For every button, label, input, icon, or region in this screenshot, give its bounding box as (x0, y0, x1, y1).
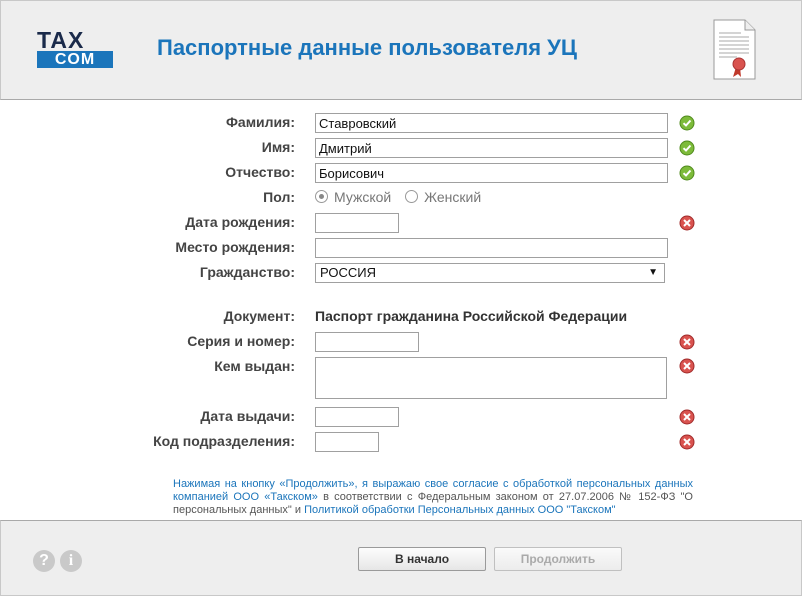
document-value: Паспорт гражданина Российской Федерации (315, 308, 628, 324)
question-icon[interactable]: ? (33, 550, 55, 572)
ok-check-icon (679, 115, 695, 131)
surname-input[interactable] (315, 113, 668, 133)
birth-place-label: Место рождения: (175, 239, 295, 255)
error-cross-icon (679, 334, 695, 350)
series-number-input[interactable] (315, 332, 419, 352)
footer: ? i В начало Продолжить (0, 520, 802, 596)
back-to-start-button[interactable]: В начало (358, 547, 486, 571)
issued-by-label: Кем выдан: (214, 358, 295, 374)
gender-option-male[interactable]: Мужской (315, 189, 391, 205)
page-title: Паспортные данные пользователя УЦ (157, 35, 577, 60)
ok-check-icon (679, 165, 695, 181)
birth-date-label: Дата рождения: (185, 214, 295, 230)
gender-option-female[interactable]: Женский (405, 189, 481, 205)
error-cross-icon (679, 215, 695, 231)
gender-option-label: Мужской (334, 189, 392, 205)
privacy-policy-link[interactable]: Политикой обработки Персональных данных … (304, 504, 616, 516)
citizenship-select[interactable]: РОССИЯ ▼ (315, 263, 665, 283)
birth-place-input[interactable] (315, 238, 668, 258)
birth-date-input[interactable] (315, 213, 399, 233)
patronymic-input[interactable] (315, 163, 668, 183)
error-cross-icon (679, 434, 695, 450)
radio-icon[interactable] (405, 190, 419, 203)
header: TAX COM Паспортные данные пользователя У… (0, 0, 802, 100)
taxcom-logo: TAX COM (37, 27, 115, 69)
dept-code-input[interactable] (315, 432, 379, 452)
error-cross-icon (679, 358, 695, 374)
logo-top-text: TAX (37, 27, 85, 53)
dropdown-arrow-icon[interactable]: ▼ (648, 264, 658, 282)
name-input[interactable] (315, 138, 668, 158)
gender-radio-group: Мужской Женский (315, 189, 481, 205)
issued-by-textarea[interactable] (315, 357, 667, 399)
dept-code-label: Код подразделения: (153, 433, 295, 449)
consent-text: Нажимая на кнопку «Продолжить», я выража… (173, 478, 693, 517)
issue-date-label: Дата выдачи: (200, 408, 295, 424)
name-label: Имя: (261, 139, 295, 155)
gender-option-label: Женский (424, 189, 482, 205)
ok-check-icon (679, 140, 695, 156)
citizenship-value: РОССИЯ (320, 265, 377, 280)
gender-label: Пол: (263, 189, 295, 205)
citizenship-label: Гражданство: (199, 264, 295, 280)
info-icon[interactable]: i (60, 550, 82, 572)
surname-label: Фамилия: (225, 114, 295, 130)
logo-bottom-text: COM (37, 51, 113, 68)
continue-button[interactable]: Продолжить (494, 547, 622, 571)
document-label: Документ: (223, 308, 295, 324)
error-cross-icon (679, 409, 695, 425)
series-number-label: Серия и номер: (187, 333, 295, 349)
patronymic-label: Отчество: (225, 164, 295, 180)
certificate-icon (713, 19, 756, 80)
issue-date-input[interactable] (315, 407, 399, 427)
radio-selected-icon[interactable] (315, 190, 328, 203)
